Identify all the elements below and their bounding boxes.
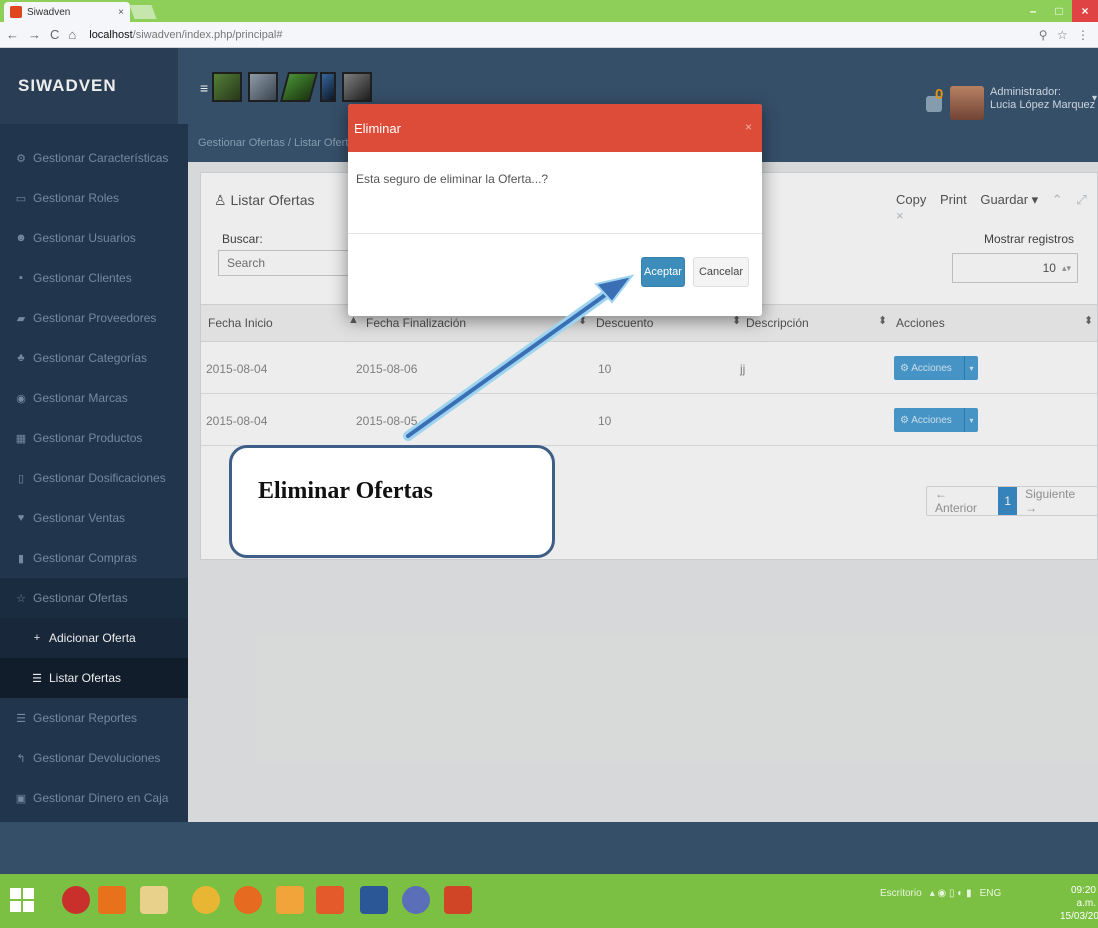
arrow-shaft <box>406 281 624 438</box>
screen: Siwadven × – □ × ← → C ⌂ localhost/siwad… <box>0 0 1098 928</box>
annotation-callout: Eliminar Ofertas <box>229 445 555 558</box>
